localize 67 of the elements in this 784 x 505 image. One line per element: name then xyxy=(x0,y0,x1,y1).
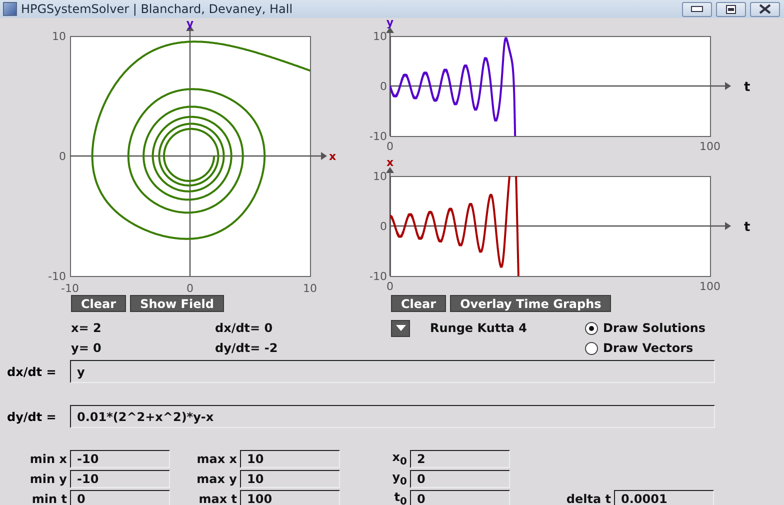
tick-label: 10 xyxy=(52,30,66,43)
parameter-label: min x xyxy=(30,452,67,466)
axis-label: y xyxy=(186,18,194,30)
tick-label: 100 xyxy=(700,140,720,153)
tick-label: -10 xyxy=(370,270,387,283)
input-field[interactable]: 10 xyxy=(240,450,340,468)
tick-label: -10 xyxy=(370,130,387,143)
derivative-readout: dx/dt= 0 xyxy=(215,321,274,335)
tick-label: 0 xyxy=(386,140,394,153)
parameter-label: x$_{0}$ xyxy=(392,450,407,468)
minimize-icon xyxy=(691,6,703,12)
point-readout: x= 2 xyxy=(71,321,102,335)
input-field[interactable]: 10 xyxy=(240,470,340,488)
input-field[interactable]: y xyxy=(70,360,715,383)
tick-label: 10 xyxy=(303,282,317,292)
input-field[interactable]: 0 xyxy=(410,470,510,488)
tick-label: 0 xyxy=(380,220,387,233)
tick-label: 0 xyxy=(380,80,387,93)
draw-mode-radio[interactable]: Draw Solutions xyxy=(585,321,784,335)
axis-label: t xyxy=(744,80,750,95)
equation-label: dx/dt = xyxy=(7,364,58,378)
input-field[interactable]: 2 xyxy=(410,450,510,468)
tick-label: -10 xyxy=(61,282,79,292)
input-field[interactable]: 0.01*(2^2+x^2)*y-x xyxy=(70,405,715,428)
input-field[interactable]: 0 xyxy=(410,490,510,505)
method-label: Runge Kutta 4 xyxy=(430,321,528,335)
derivative-readout: dy/dt= -2 xyxy=(215,341,279,355)
input-field[interactable]: -10 xyxy=(70,450,170,468)
parameter-label: max y xyxy=(196,472,237,486)
caret-icon xyxy=(396,325,406,331)
input-field[interactable]: 0.0001 xyxy=(614,490,714,505)
point-readout: y= 0 xyxy=(71,341,102,355)
time-plot-button[interactable]: Overlay Time Graphs xyxy=(450,295,612,312)
parameter-label: min t xyxy=(32,492,67,505)
window-title: HPGSystemSolver | Blanchard, Devaney, Hall xyxy=(21,2,294,16)
tick-label: 100 xyxy=(700,280,720,292)
parameter-label: min y xyxy=(30,472,67,486)
parameter-label: max t xyxy=(198,492,237,505)
method-dropdown-button[interactable] xyxy=(391,320,410,336)
tick-label: 10 xyxy=(373,170,387,183)
minimize-button[interactable] xyxy=(682,2,712,16)
tick-label: 0 xyxy=(59,150,66,163)
phase-plot-button[interactable]: Show Field xyxy=(130,295,224,312)
parameter-label: t$_{0}$ xyxy=(394,490,407,505)
draw-mode-radio[interactable]: Draw Vectors xyxy=(585,341,784,355)
axis-label: t xyxy=(744,220,750,235)
phase-plot-button[interactable]: Clear xyxy=(71,295,126,312)
close-icon xyxy=(759,4,771,14)
axis-label: x xyxy=(329,150,336,163)
axis-label: y xyxy=(386,18,394,29)
tick-label: -10 xyxy=(48,270,66,283)
maximize-button[interactable] xyxy=(716,2,746,16)
input-field[interactable]: -10 xyxy=(70,470,170,488)
parameter-label: y$_{0}$ xyxy=(392,470,407,488)
input-field[interactable]: 100 xyxy=(240,490,340,505)
close-button[interactable] xyxy=(750,2,780,16)
maximize-icon xyxy=(726,4,736,14)
equation-label: dy/dt = xyxy=(7,410,58,424)
parameter-label: max x xyxy=(196,452,237,466)
app-icon xyxy=(3,2,17,16)
time-plot-button[interactable]: Clear xyxy=(391,295,446,312)
axis-label: x xyxy=(386,156,394,169)
tick-label: 0 xyxy=(186,282,194,292)
tick-label: 10 xyxy=(373,30,387,43)
parameter-label: delta t xyxy=(566,492,611,505)
input-field[interactable]: 0 xyxy=(70,490,170,505)
tick-label: 0 xyxy=(386,280,394,292)
